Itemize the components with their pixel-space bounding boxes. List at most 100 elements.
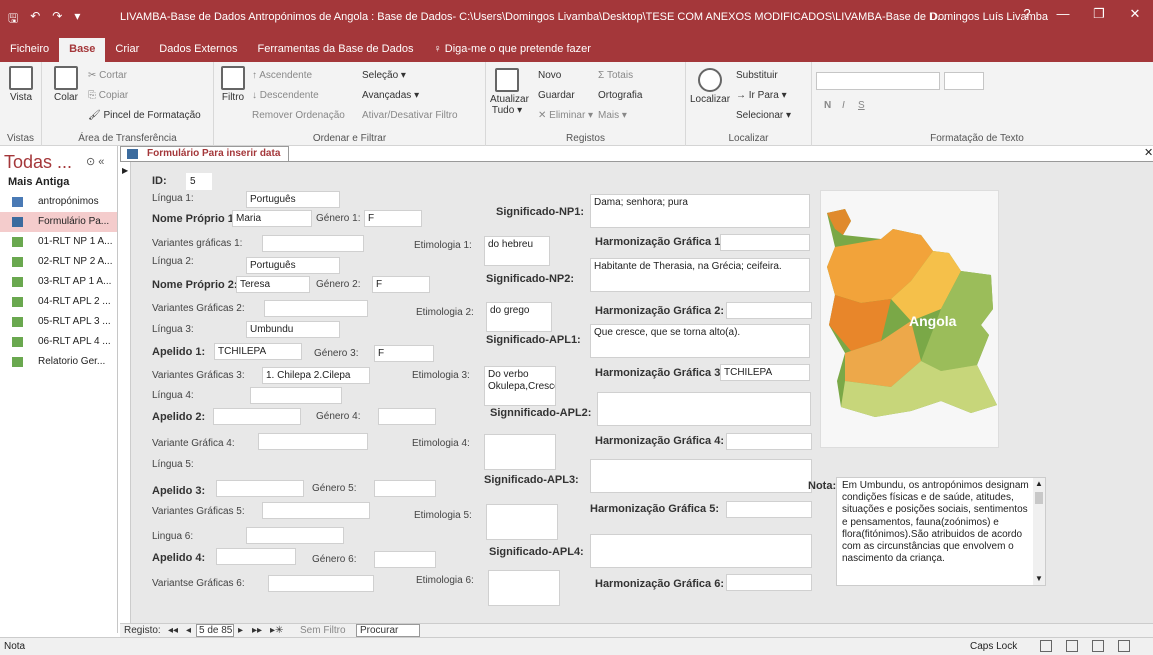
genero6-field[interactable] bbox=[374, 551, 436, 568]
save-icon[interactable]: 🖫 bbox=[8, 9, 18, 30]
customize-icon[interactable]: ▾ bbox=[74, 9, 80, 30]
tell-me-search[interactable]: ♀ Diga-me o que pretende fazer bbox=[423, 38, 600, 62]
help-button[interactable]: ? bbox=[1009, 6, 1045, 22]
sig-np1-field[interactable]: Dama; senhora; pura bbox=[590, 194, 810, 228]
vg3-field[interactable]: 1. Chilepa 2.Cilepa bbox=[262, 367, 370, 384]
nota-field[interactable]: Em Umbundu, os antropónimos designam con… bbox=[836, 477, 1046, 586]
underline-button[interactable]: S bbox=[858, 100, 865, 111]
ap2-field[interactable] bbox=[213, 408, 301, 425]
save-record-button[interactable]: Guardar bbox=[538, 90, 575, 101]
genero1-field[interactable]: F bbox=[364, 210, 422, 227]
restore-button[interactable]: ❐ bbox=[1081, 6, 1117, 22]
filter-button[interactable]: Filtro bbox=[218, 66, 248, 103]
ap1-field[interactable]: TCHILEPA bbox=[214, 343, 302, 360]
nav-item[interactable]: Formulário Pa... bbox=[0, 212, 117, 232]
vg5-field[interactable] bbox=[262, 502, 370, 519]
etim5-field[interactable] bbox=[486, 504, 558, 540]
harm5-field[interactable] bbox=[726, 501, 812, 518]
genero2-field[interactable]: F bbox=[372, 276, 430, 293]
delete-button[interactable]: ✕ Eliminar ▾ bbox=[538, 110, 593, 121]
tab-criar[interactable]: Criar bbox=[105, 38, 149, 62]
tab-ficheiro[interactable]: Ficheiro bbox=[0, 38, 59, 62]
design-view-icon[interactable] bbox=[1118, 640, 1130, 652]
vista-button[interactable]: Vista bbox=[6, 66, 36, 103]
datasheet-view-icon[interactable] bbox=[1066, 640, 1078, 652]
lingua1-field[interactable]: Português bbox=[246, 191, 340, 208]
vg1-field[interactable] bbox=[262, 235, 364, 252]
paste-button[interactable]: Colar bbox=[48, 66, 84, 103]
tab-ferramentas[interactable]: Ferramentas da Base de Dados bbox=[248, 38, 424, 62]
font-name-select[interactable] bbox=[816, 72, 940, 90]
harm6-field[interactable] bbox=[726, 574, 812, 591]
sort-ascending-button[interactable]: ↑ Ascendente bbox=[252, 70, 312, 81]
record-position-input[interactable]: 5 de 85 bbox=[196, 624, 234, 637]
nav-item[interactable]: 03-RLT AP 1 A... bbox=[0, 272, 117, 292]
harm1-field[interactable] bbox=[720, 234, 810, 251]
sig-np2-field[interactable]: Habitante de Therasia, na Grécia; ceifei… bbox=[590, 258, 810, 292]
nav-item[interactable]: 01-RLT NP 1 A... bbox=[0, 232, 117, 252]
lingua3-field[interactable]: Umbundu bbox=[246, 321, 340, 338]
new-record-button[interactable]: Novo bbox=[538, 70, 561, 81]
nav-item[interactable]: 05-RLT APL 3 ... bbox=[0, 312, 117, 332]
id-field[interactable]: 5 bbox=[186, 173, 212, 190]
totals-button[interactable]: Σ Totais bbox=[598, 70, 633, 81]
sig-apl2-field[interactable] bbox=[597, 392, 811, 426]
more-button[interactable]: Mais ▾ bbox=[598, 110, 627, 121]
etim4-field[interactable] bbox=[484, 434, 556, 470]
nav-item[interactable]: antropónimos bbox=[0, 192, 117, 212]
etim3-field[interactable]: Do verbo Okulepa,Crescer bbox=[484, 366, 556, 406]
np2-field[interactable]: Teresa bbox=[236, 276, 310, 293]
scroll-down-icon[interactable]: ▼ bbox=[1035, 573, 1043, 585]
etim1-field[interactable]: do hebreu bbox=[484, 236, 550, 266]
etim2-field[interactable]: do grego bbox=[486, 302, 552, 332]
tab-form-document[interactable]: Formulário Para inserir data bbox=[120, 146, 290, 161]
sig-apl4-field[interactable] bbox=[590, 534, 812, 568]
form-view-icon[interactable] bbox=[1040, 640, 1052, 652]
harm4-field[interactable] bbox=[726, 433, 812, 450]
lingua4-field[interactable] bbox=[250, 387, 342, 404]
font-size-select[interactable] bbox=[944, 72, 984, 90]
sig-apl1-field[interactable]: Que cresce, que se torna alto(a). bbox=[590, 324, 810, 358]
sort-descending-button[interactable]: ↓ Descendente bbox=[252, 90, 319, 101]
bold-button[interactable]: N bbox=[824, 100, 831, 111]
ap4-field[interactable] bbox=[216, 548, 296, 565]
nav-item[interactable]: Relatorio Ger... bbox=[0, 352, 117, 372]
nav-collapse-button[interactable]: ⊙ « bbox=[86, 155, 104, 168]
goto-button[interactable]: → Ir Para ▾ bbox=[736, 90, 787, 101]
nav-item[interactable]: 04-RLT APL 2 ... bbox=[0, 292, 117, 312]
new-record-nav-button[interactable]: ▸✳ bbox=[270, 625, 283, 636]
undo-icon[interactable]: ↶ bbox=[30, 9, 40, 30]
nav-group-header[interactable]: Mais Antiga bbox=[8, 176, 69, 188]
remove-sort-button[interactable]: Remover Ordenação bbox=[252, 110, 345, 121]
first-record-button[interactable]: ◂◂ bbox=[168, 625, 178, 636]
copy-button[interactable]: ⎘ Copiar bbox=[88, 90, 128, 101]
next-record-button[interactable]: ▸ bbox=[238, 625, 243, 636]
record-selector[interactable]: ▶ bbox=[120, 162, 131, 624]
scroll-up-icon[interactable]: ▲ bbox=[1035, 478, 1043, 490]
prev-record-button[interactable]: ◂ bbox=[186, 625, 191, 636]
last-record-button[interactable]: ▸▸ bbox=[252, 625, 262, 636]
lingua6-field[interactable] bbox=[246, 527, 344, 544]
harm3-field[interactable]: TCHILEPA bbox=[720, 364, 810, 381]
select-button[interactable]: Selecionar ▾ bbox=[736, 110, 791, 121]
replace-button[interactable]: Substituir bbox=[736, 70, 778, 81]
scroll-thumb[interactable] bbox=[1035, 492, 1043, 504]
sig-apl3-field[interactable] bbox=[590, 459, 812, 493]
nota-scrollbar[interactable]: ▲ ▼ bbox=[1033, 478, 1045, 585]
selection-button[interactable]: Seleção ▾ bbox=[362, 70, 406, 81]
close-document-icon[interactable]: ✕ bbox=[1144, 146, 1153, 159]
filter-status[interactable]: Sem Filtro bbox=[300, 625, 346, 636]
etim6-field[interactable] bbox=[488, 570, 560, 606]
find-button[interactable]: Localizar bbox=[690, 68, 730, 105]
minimize-button[interactable]: — bbox=[1045, 6, 1081, 22]
spelling-button[interactable]: Ortografia bbox=[598, 90, 642, 101]
ap3-field[interactable] bbox=[216, 480, 304, 497]
genero4-field[interactable] bbox=[378, 408, 436, 425]
harm2-field[interactable] bbox=[726, 302, 812, 319]
np1-field[interactable]: Maria bbox=[232, 210, 312, 227]
italic-button[interactable]: I bbox=[842, 100, 845, 111]
nav-item[interactable]: 06-RLT APL 4 ... bbox=[0, 332, 117, 352]
refresh-all-button[interactable]: Atualizar Tudo ▾ bbox=[490, 68, 529, 116]
format-painter-button[interactable]: 🖌 Pincel de Formatação bbox=[88, 110, 201, 121]
vg2-field[interactable] bbox=[264, 300, 368, 317]
